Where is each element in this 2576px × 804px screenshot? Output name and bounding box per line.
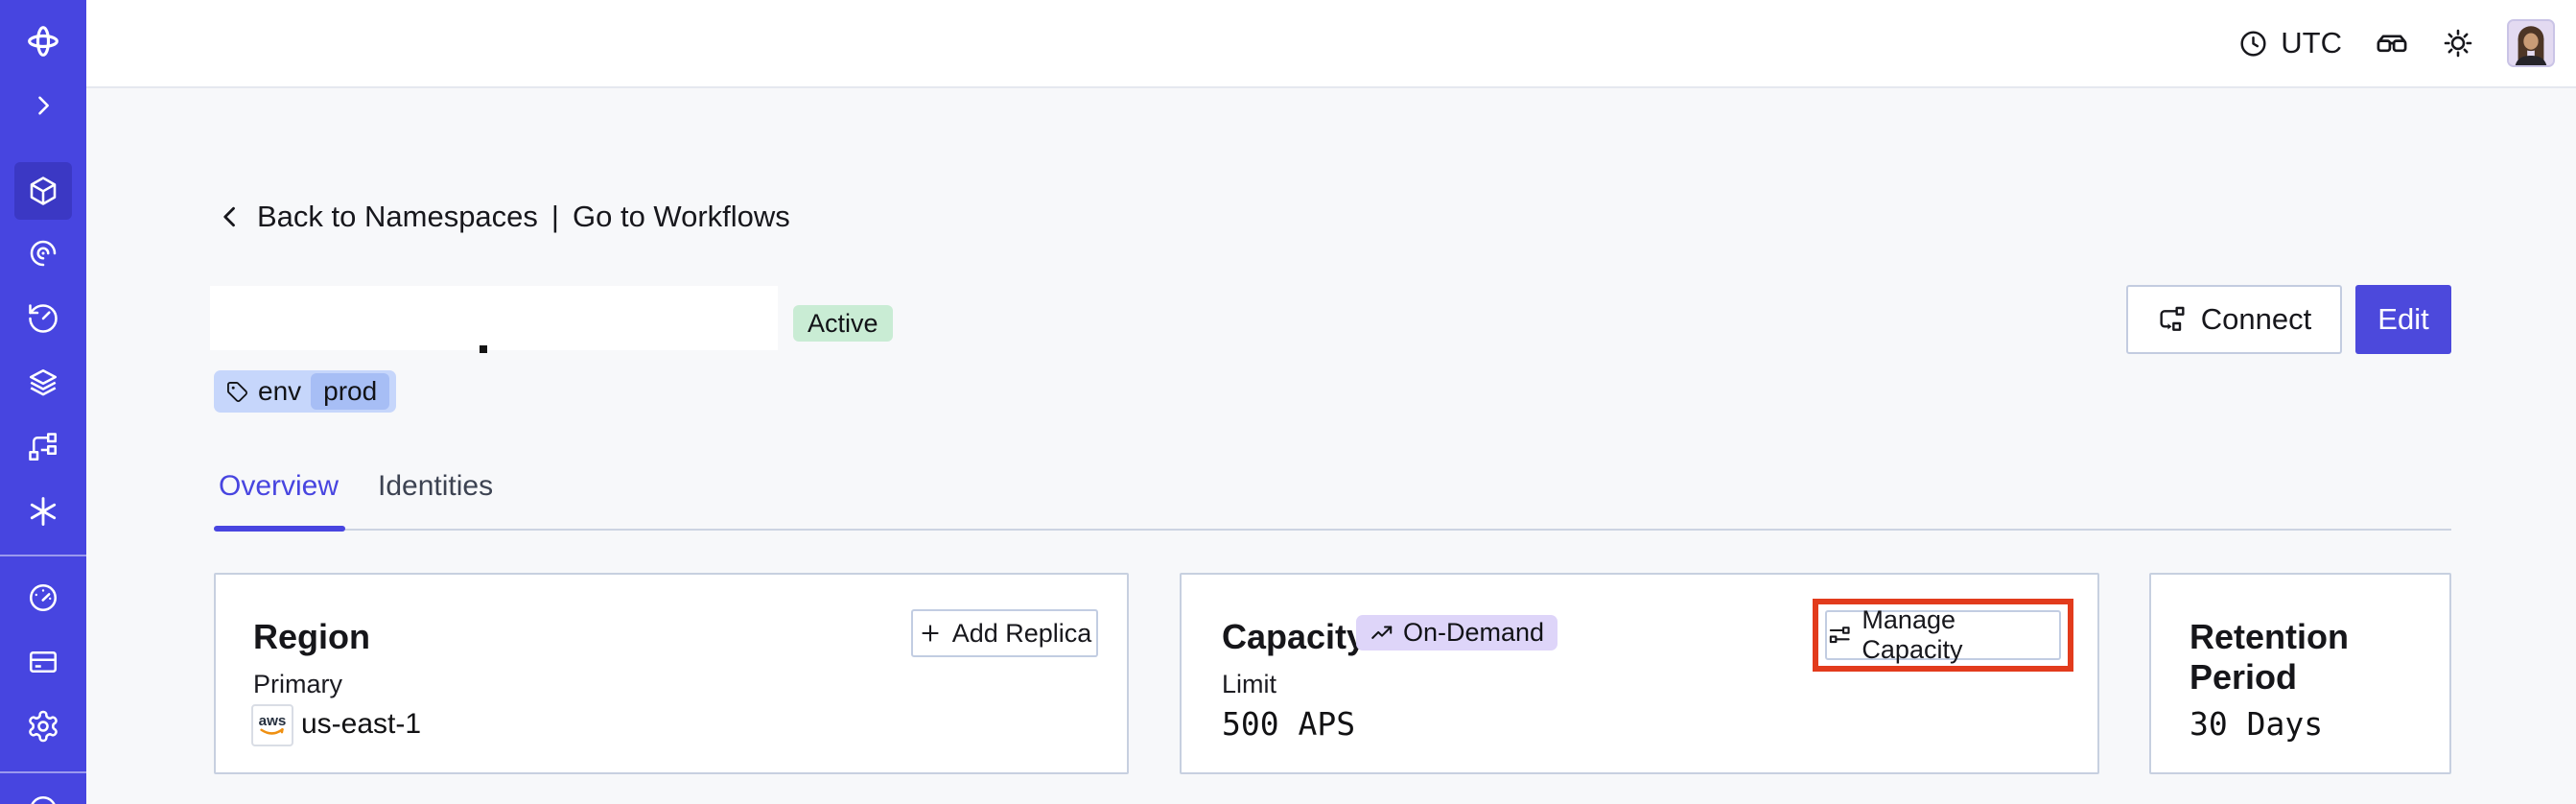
- retention-value: 30 Days: [2190, 705, 2324, 743]
- tag-icon: [227, 381, 247, 402]
- namespace-tag: env prod: [214, 370, 397, 413]
- app-window: UTC Back to Namespaces | Go to Workflows…: [0, 0, 2576, 804]
- temporal-logo[interactable]: [24, 22, 62, 60]
- tab-overview[interactable]: Overview: [219, 470, 339, 503]
- partial-bottom-icon[interactable]: [26, 792, 60, 804]
- theme-toggle-button[interactable]: [2442, 27, 2474, 59]
- trending-up-icon: [1371, 625, 1393, 639]
- redaction-artifact: [480, 345, 487, 353]
- plus-icon: [922, 625, 939, 642]
- sidebar-item-settings[interactable]: [26, 709, 60, 744]
- sun-icon: [2444, 29, 2472, 58]
- sidebar-item-namespaces[interactable]: [26, 174, 60, 208]
- breadcrumb: Back to Namespaces | Go to Workflows: [217, 198, 790, 236]
- retention-card-title: Retention Period: [2190, 617, 2349, 697]
- sidebar-item-schedules[interactable]: [26, 301, 60, 336]
- glasses-icon: [2377, 35, 2407, 53]
- tab-identities[interactable]: Identities: [378, 470, 493, 503]
- ondemand-badge: On-Demand: [1356, 615, 1558, 650]
- sliders-icon: [1829, 626, 1850, 643]
- sidebar-item-billing[interactable]: [26, 645, 60, 679]
- settings-gear-icon: [29, 710, 58, 743]
- labs-glasses-button[interactable]: [2375, 26, 2409, 60]
- workflows-spiral-icon: [30, 240, 57, 267]
- connect-button[interactable]: Connect: [2126, 285, 2342, 354]
- user-avatar[interactable]: [2507, 19, 2555, 67]
- region-card: Region Add Replica Primary aws us-east-1: [214, 573, 1129, 774]
- manage-capacity-button[interactable]: Manage Capacity: [1825, 605, 2061, 664]
- schedules-history-icon: [29, 304, 58, 333]
- go-to-workflows-link[interactable]: Go to Workflows: [573, 200, 790, 234]
- sidebar-item-batch[interactable]: [26, 430, 60, 464]
- breadcrumb-separator: |: [550, 200, 559, 233]
- sidebar-divider: [0, 771, 86, 773]
- timezone-button[interactable]: UTC: [2237, 26, 2342, 60]
- back-chevron-icon[interactable]: [217, 203, 244, 230]
- svg-text:aws: aws: [259, 713, 287, 729]
- clock-icon: [2240, 30, 2266, 57]
- back-to-namespaces-link[interactable]: Back to Namespaces: [257, 200, 538, 234]
- retention-card: Retention Period 30 Days: [2149, 573, 2451, 774]
- sidebar-item-usage[interactable]: [26, 580, 60, 615]
- expand-chevron-icon[interactable]: [26, 88, 60, 123]
- sidebar-item-deployments[interactable]: [26, 366, 60, 400]
- limit-label: Limit: [1222, 670, 1277, 698]
- capacity-value: 500 APS: [1222, 705, 1356, 743]
- tag-key: env: [258, 376, 302, 406]
- region-card-title: Region: [253, 617, 370, 656]
- tabs-baseline: [214, 529, 2451, 531]
- aws-logo: aws: [251, 704, 293, 746]
- timezone-label: UTC: [2281, 26, 2342, 59]
- sidebar-item-nexus[interactable]: [26, 494, 60, 529]
- edit-button[interactable]: Edit: [2355, 285, 2451, 354]
- namespaces-cube-icon: [30, 177, 57, 205]
- deployments-layers-icon: [29, 368, 58, 396]
- connect-workflow-icon: [2160, 306, 2185, 331]
- top-bar: UTC: [86, 0, 2576, 88]
- billing-card-icon: [29, 650, 58, 674]
- sidebar-nav: [0, 0, 86, 804]
- sidebar-divider: [0, 555, 86, 556]
- sidebar-item-workflows[interactable]: [26, 236, 60, 271]
- active-tab-indicator: [214, 526, 345, 532]
- add-replica-button[interactable]: Add Replica: [911, 609, 1098, 657]
- namespace-title-redaction: [210, 286, 778, 350]
- tag-value-chip: prod: [311, 373, 390, 410]
- usage-gauge-icon: [29, 583, 58, 612]
- nexus-asterisk-icon: [30, 497, 57, 526]
- primary-label: Primary: [253, 670, 342, 698]
- batch-branch-icon: [29, 433, 58, 461]
- capacity-card: Capacity On-Demand Manage Capacity Limit…: [1180, 573, 2099, 774]
- region-value: us-east-1: [301, 708, 422, 740]
- status-badge: Active: [793, 305, 893, 342]
- capacity-card-title: Capacity: [1222, 617, 1367, 656]
